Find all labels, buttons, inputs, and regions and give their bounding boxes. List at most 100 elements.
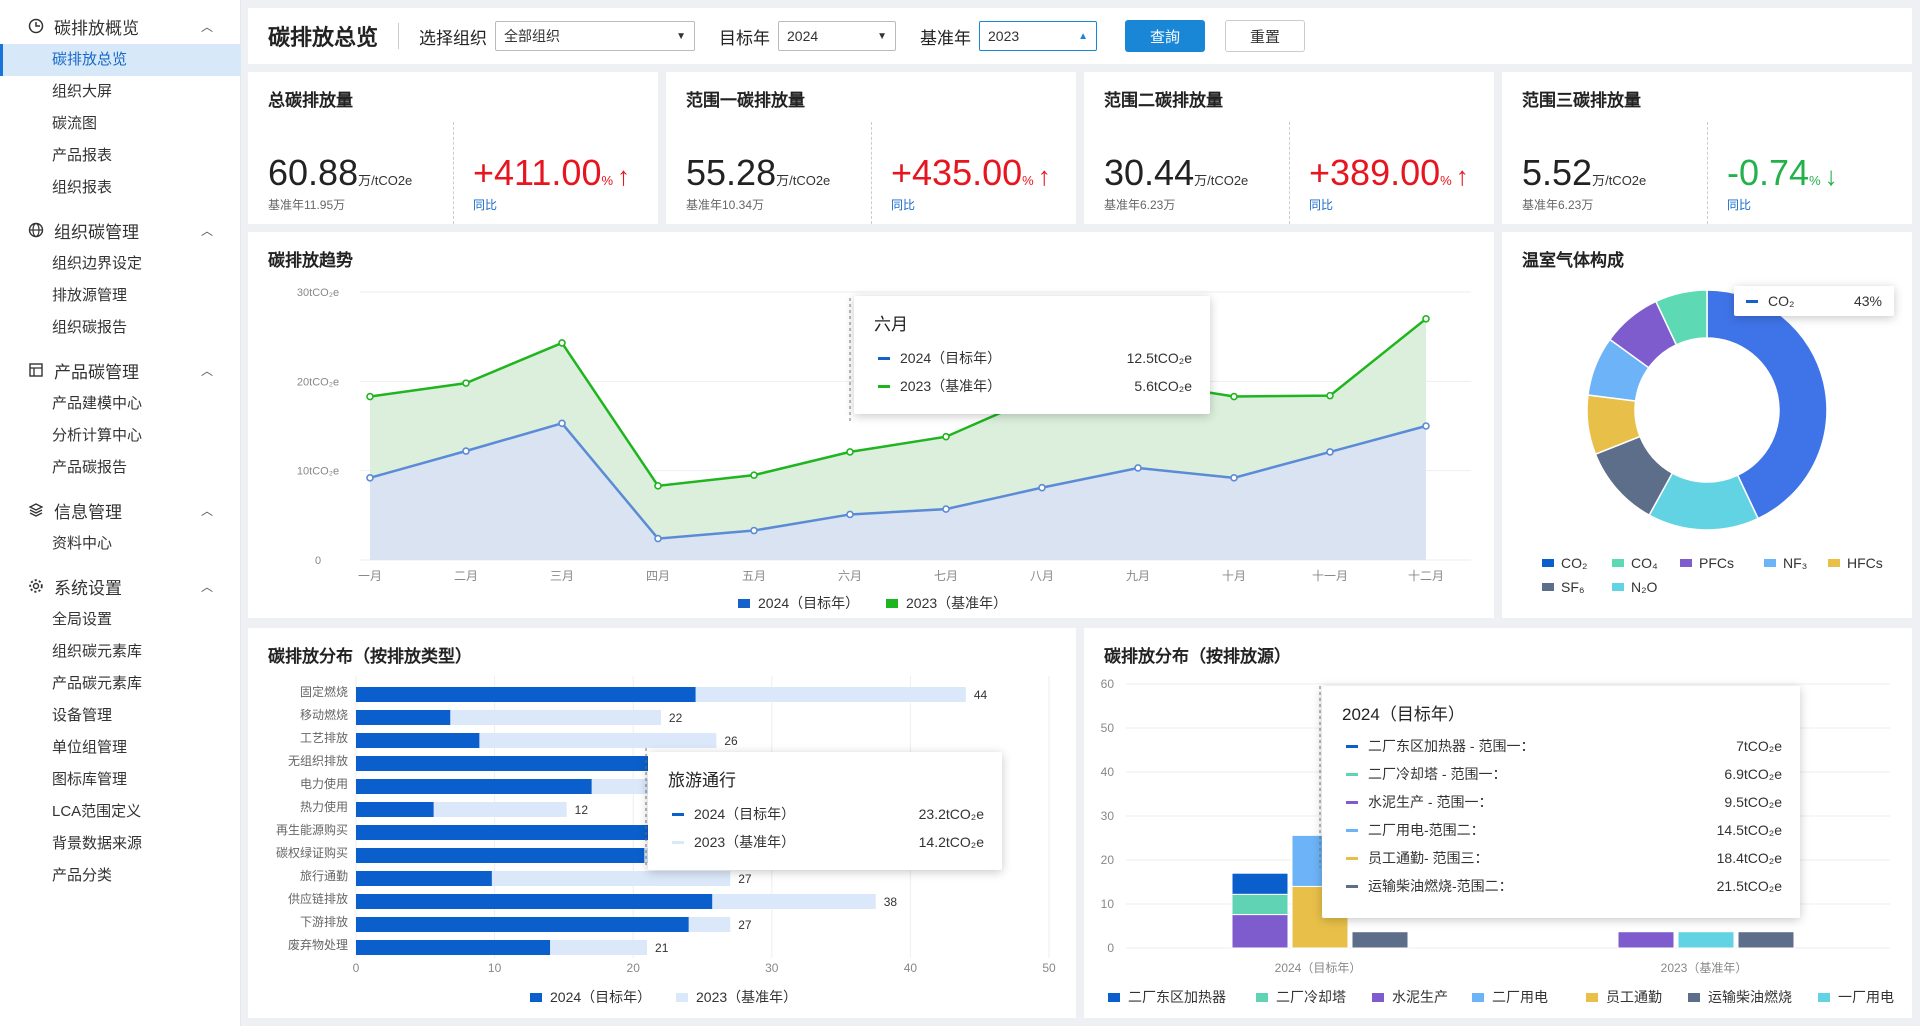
kpi-yoy-link[interactable]: 同比: [891, 196, 915, 213]
stacked-segment[interactable]: [1677, 931, 1735, 949]
nav-item[interactable]: 产品分类: [0, 860, 241, 892]
nav-group-header[interactable]: 产品碳管理 ︿: [0, 352, 241, 388]
nav-item[interactable]: 排放源管理: [0, 280, 241, 312]
legend-label[interactable]: PFCs: [1699, 555, 1734, 571]
nav-item[interactable]: 产品碳元素库: [0, 668, 241, 700]
stacked-segment[interactable]: [1231, 893, 1289, 916]
legend-label[interactable]: NF₃: [1783, 555, 1807, 571]
nav-item[interactable]: 产品报表: [0, 140, 241, 172]
data-point[interactable]: [462, 379, 470, 387]
legend-label[interactable]: 二厂东区加热器: [1128, 989, 1226, 1005]
bar-2024[interactable]: [356, 871, 492, 886]
data-point[interactable]: [1230, 474, 1238, 482]
nav-item[interactable]: 组织碳报告: [0, 312, 241, 344]
kpi-yoy-link[interactable]: 同比: [473, 196, 497, 213]
data-point[interactable]: [1422, 315, 1430, 323]
bar-2024[interactable]: [356, 917, 689, 932]
bar-2024[interactable]: [356, 687, 696, 702]
legend-label[interactable]: 2024（目标年）: [550, 989, 651, 1005]
data-point[interactable]: [942, 432, 950, 441]
nav-item[interactable]: 产品碳报告: [0, 452, 241, 484]
nav-item[interactable]: 背景数据来源: [0, 828, 241, 860]
nav-item[interactable]: 组织报表: [0, 172, 241, 204]
stacked-segment[interactable]: [1737, 931, 1795, 949]
data-point[interactable]: [846, 510, 854, 519]
nav-group-header[interactable]: 信息管理 ︿: [0, 492, 241, 528]
stacked-segment[interactable]: [1617, 931, 1675, 949]
kpi-yoy-link[interactable]: 同比: [1727, 196, 1751, 213]
nav-item[interactable]: 组织碳元素库: [0, 636, 241, 668]
bar-2024[interactable]: [356, 710, 451, 725]
category-label: 移动燃烧: [300, 707, 348, 722]
stacked-segment[interactable]: [1351, 931, 1409, 949]
nav-item[interactable]: 资料中心: [0, 528, 241, 560]
data-point[interactable]: [1038, 483, 1046, 492]
legend-label[interactable]: 2023（基准年）: [906, 595, 1007, 611]
nav-item[interactable]: 全局设置: [0, 604, 241, 636]
nav-item[interactable]: 组织边界设定: [0, 248, 241, 280]
bar-2024[interactable]: [356, 940, 551, 955]
nav-item[interactable]: 图标库管理: [0, 764, 241, 796]
data-point[interactable]: [558, 419, 566, 428]
data-point[interactable]: [1422, 422, 1430, 430]
data-point[interactable]: [558, 339, 566, 347]
data-point[interactable]: [846, 448, 854, 456]
legend-label[interactable]: 2023（基准年）: [696, 989, 797, 1005]
kpi-pct: %: [1440, 173, 1452, 188]
data-point[interactable]: [942, 505, 950, 513]
bar-2024[interactable]: [356, 894, 713, 909]
legend-label[interactable]: CO₂: [1561, 555, 1587, 571]
legend-label[interactable]: SF₆: [1561, 579, 1585, 595]
data-point[interactable]: [1134, 464, 1142, 472]
bar-2024[interactable]: [356, 848, 645, 863]
reset-button[interactable]: 重置: [1225, 20, 1306, 52]
trend-chart: 010tCO₂e20tCO₂e30tCO₂e一月 二月 三月 四月 五月 六月 七月 八月 九月…: [297, 287, 1471, 611]
y-tick-label: 0: [1107, 941, 1114, 955]
nav-group-header[interactable]: 系统设置 ︿: [0, 568, 241, 604]
data-point[interactable]: [1326, 448, 1334, 456]
kpi-yoy-link[interactable]: 同比: [1309, 196, 1333, 213]
legend-label[interactable]: 2024（目标年）: [758, 595, 859, 611]
data-point[interactable]: [750, 526, 758, 535]
data-point[interactable]: [462, 447, 470, 455]
target-year-select[interactable]: 2024 ▼: [778, 21, 897, 51]
tooltip-row: 2024（目标年） 23.2tCO₂e: [672, 804, 984, 824]
data-point[interactable]: [1326, 391, 1334, 400]
legend-label[interactable]: N₂O: [1631, 579, 1658, 595]
data-point[interactable]: [366, 474, 374, 482]
stacked-segment[interactable]: [1231, 914, 1289, 949]
nav-group-header[interactable]: 碳排放概览 ︿: [0, 8, 241, 44]
bar-2024[interactable]: [356, 733, 480, 748]
data-point[interactable]: [654, 534, 662, 543]
nav-item[interactable]: 设备管理: [0, 700, 241, 732]
legend-label[interactable]: 一厂用电: [1838, 989, 1894, 1005]
stacked-segment[interactable]: [1231, 872, 1289, 895]
nav-item[interactable]: 组织大屏: [0, 76, 241, 108]
data-point[interactable]: [654, 482, 662, 490]
nav-item[interactable]: 产品建模中心: [0, 388, 241, 420]
nav-group-header[interactable]: 组织碳管理 ︿: [0, 212, 241, 248]
bar-2024[interactable]: [356, 802, 434, 817]
tooltip-swatch: [1346, 744, 1358, 748]
base-year-select[interactable]: 2023 ▲: [979, 21, 1098, 51]
nav-item[interactable]: 碳排放总览: [0, 44, 241, 76]
bar-2024[interactable]: [356, 779, 592, 794]
nav-item[interactable]: 单位组管理: [0, 732, 241, 764]
bar-2024[interactable]: [356, 825, 654, 840]
legend-label[interactable]: 运输柴油燃烧: [1708, 989, 1792, 1005]
legend-label[interactable]: 水泥生产: [1392, 989, 1448, 1005]
nav-item[interactable]: 分析计算中心: [0, 420, 241, 452]
query-button[interactable]: 查詢: [1125, 20, 1206, 52]
nav-item[interactable]: 碳流图: [0, 108, 241, 140]
legend-label[interactable]: 员工通勤: [1606, 989, 1662, 1005]
legend-label[interactable]: 二厂用电: [1492, 989, 1548, 1005]
data-point[interactable]: [1230, 392, 1238, 401]
data-point[interactable]: [366, 392, 374, 401]
org-select[interactable]: 全部组织 ▼: [495, 21, 696, 51]
data-point[interactable]: [750, 471, 758, 479]
bar-2024[interactable]: [356, 756, 688, 771]
legend-label[interactable]: 二厂冷却塔: [1276, 989, 1346, 1005]
legend-label[interactable]: HFCs: [1847, 555, 1883, 571]
legend-label[interactable]: CO₄: [1631, 555, 1658, 571]
nav-item[interactable]: LCA范围定义: [0, 796, 241, 828]
